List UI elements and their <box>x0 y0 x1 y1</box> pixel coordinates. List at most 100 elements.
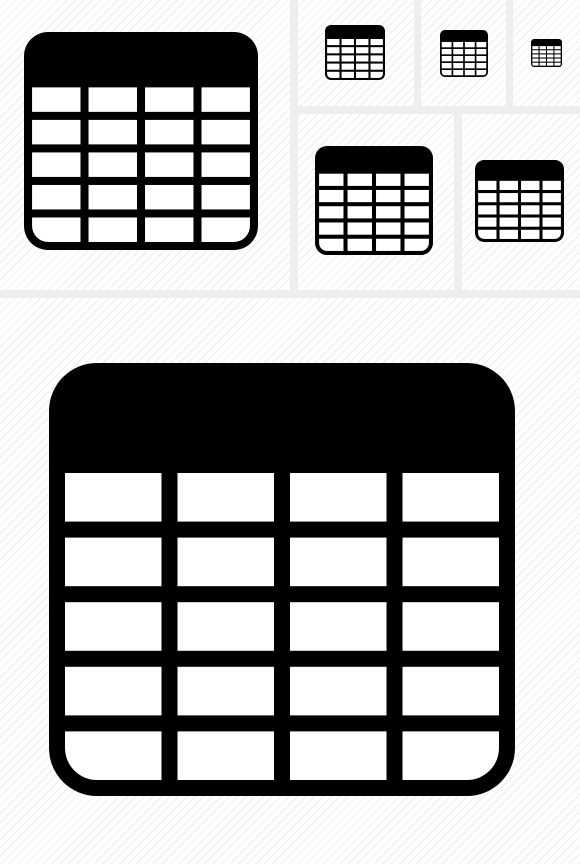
table-cell <box>327 38 340 46</box>
table-cell <box>370 71 383 78</box>
table-cell <box>370 47 383 54</box>
table-cell <box>356 71 369 78</box>
table-cell <box>464 55 475 62</box>
table-cell <box>347 238 372 251</box>
table-cell <box>402 731 499 780</box>
table-cell <box>402 666 499 716</box>
table-cell <box>376 222 401 235</box>
table-cell <box>476 69 487 76</box>
table-cell <box>370 55 383 62</box>
table-cell <box>201 184 250 210</box>
table-icon-medium <box>325 25 385 80</box>
table-cell <box>341 71 354 78</box>
table-cell <box>327 63 340 70</box>
table-cell <box>453 48 464 55</box>
table-cell <box>547 62 554 66</box>
table-cell <box>370 38 383 46</box>
table-cell <box>478 217 497 227</box>
table-cell <box>464 69 475 76</box>
table-cell <box>32 184 81 210</box>
table-cell <box>32 152 81 177</box>
table-cell <box>145 87 194 112</box>
table-cell <box>441 62 452 69</box>
table-cell <box>370 63 383 70</box>
table-cell <box>453 69 464 76</box>
table-cell <box>341 38 354 46</box>
table-cell <box>478 180 497 191</box>
table-cell <box>453 62 464 69</box>
table-icon-tiny <box>531 39 562 67</box>
table-cell <box>65 537 162 587</box>
table-cell <box>347 206 372 219</box>
table-cell <box>347 222 372 235</box>
table-cell <box>327 55 340 62</box>
table-cell <box>404 173 429 186</box>
table-cell <box>542 205 561 215</box>
table-cell <box>539 46 546 50</box>
table-cell <box>32 119 81 145</box>
table-cell <box>319 222 344 235</box>
table-cell <box>290 602 387 651</box>
table-cell <box>65 473 162 522</box>
table-cell <box>476 62 487 69</box>
table-cell <box>476 48 487 55</box>
table-cell <box>532 62 539 66</box>
table-icon-medium-wide <box>475 160 564 242</box>
table-cell <box>532 58 539 62</box>
table-cell <box>356 55 369 62</box>
table-cell <box>554 58 561 62</box>
table-cell <box>542 217 561 227</box>
table-cell <box>554 46 561 50</box>
divider-vertical-main <box>290 0 298 292</box>
table-cell <box>290 537 387 587</box>
table-cell <box>542 180 561 191</box>
table-cell <box>521 229 540 239</box>
table-cell <box>177 537 274 587</box>
table-cell <box>145 119 194 145</box>
table-cell <box>476 41 487 48</box>
table-cell <box>145 217 194 242</box>
table-cell <box>356 47 369 54</box>
table-cell <box>499 205 518 215</box>
table-cell <box>453 41 464 48</box>
table-cell <box>177 731 274 780</box>
table-cell <box>347 173 372 186</box>
table-cell <box>356 38 369 46</box>
table-cell <box>290 731 387 780</box>
table-cell <box>177 473 274 522</box>
table-cell <box>532 46 539 50</box>
table-icon-medium-large <box>315 146 433 255</box>
table-cell <box>453 55 464 62</box>
table-cell <box>201 152 250 177</box>
table-cell <box>376 189 401 203</box>
table-cell <box>319 206 344 219</box>
table-cell <box>554 50 561 54</box>
table-cell <box>404 238 429 251</box>
table-cell <box>476 55 487 62</box>
table-cell <box>201 87 250 112</box>
table-cell <box>402 537 499 587</box>
table-cell <box>478 205 497 215</box>
table-cell <box>547 54 554 58</box>
table-cell <box>441 41 452 48</box>
table-cell <box>145 184 194 210</box>
table-cell <box>347 189 372 203</box>
divider-vertical-medium <box>454 110 462 292</box>
table-cell <box>319 238 344 251</box>
table-cell <box>65 602 162 651</box>
table-cell <box>376 206 401 219</box>
table-cell <box>177 666 274 716</box>
table-cell <box>542 229 561 239</box>
divider-vertical-small-1 <box>414 0 421 110</box>
table-cell <box>464 41 475 48</box>
table-cell <box>547 46 554 50</box>
table-cell <box>499 180 518 191</box>
table-cell <box>554 62 561 66</box>
table-cell <box>521 205 540 215</box>
table-cell <box>327 71 340 78</box>
table-cell <box>539 62 546 66</box>
divider-vertical-small-2 <box>506 0 513 110</box>
divider-horizontal-small <box>290 106 580 114</box>
table-cell <box>539 50 546 54</box>
divider-horizontal-main <box>0 290 580 298</box>
